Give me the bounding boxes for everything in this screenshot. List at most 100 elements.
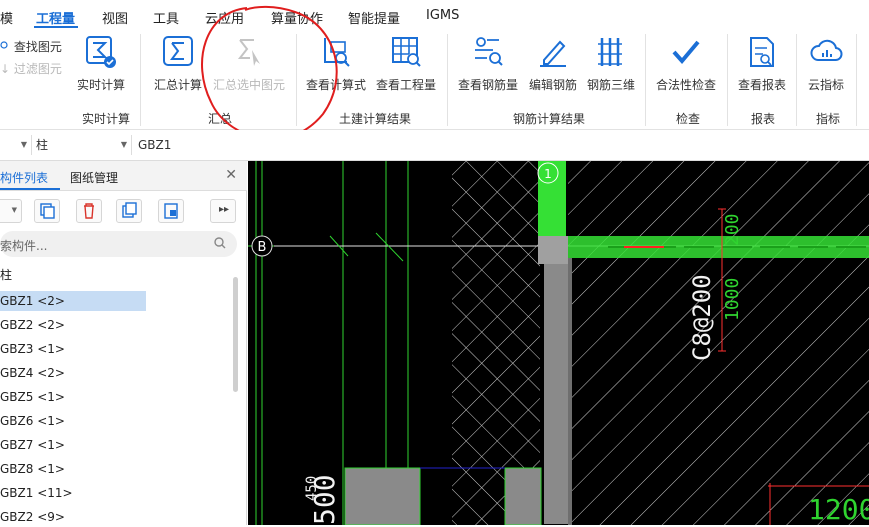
drawing-canvas[interactable]: B 1 200 1000 C8@200 500 450 1200 [248,161,869,525]
list-item[interactable]: GBZ5 <1> [0,387,146,407]
menu-igms[interactable]: IGMS [426,8,459,23]
active-menu-indicator [34,26,78,28]
double-chevron-right-icon: ▸▸ [219,204,230,215]
rebar-3d-label: 钢筋三维 [586,78,635,92]
panel-toolbar: ▼ ▸▸ [0,191,247,231]
rebar-3d-button[interactable]: 钢筋三维 [585,34,637,93]
ribbon-separator [856,34,857,126]
filter-icon: ↓ [0,62,11,76]
ribbon-separator [645,34,646,126]
chevron-down-icon: ▼ [11,206,17,214]
find-icon [0,41,8,49]
edit-rebar-label: 编辑钢筋 [528,78,577,92]
find-element-button[interactable]: 查找图元 [0,38,62,55]
list-item[interactable]: GBZ1 <2> [0,291,146,311]
view-report-label: 查看报表 [737,78,786,92]
ribbon: 查找图元 ↓ 过滤图元 实时计算 实时计算 汇总计算 汇总选中图元 汇总 查看计… [0,5,869,141]
copy-icon [40,203,55,219]
dim-text-450: 450 [304,476,320,501]
checkmark-icon [672,40,700,65]
dim-text-200: 200 [722,213,743,246]
chevron-down-icon: ▼ [20,140,27,149]
tab-drawing-management[interactable]: 图纸管理 [70,169,118,186]
cloud-icon [810,39,843,61]
copy-button[interactable] [34,199,60,223]
filter-element-button[interactable]: ↓ 过滤图元 [0,60,62,77]
duplicate-icon [122,202,137,218]
dim-text-1000: 1000 [722,278,743,321]
dim-text-1200: 1200 [808,493,869,525]
list-item[interactable]: GBZ3 <1> [0,339,146,359]
list-item[interactable]: GBZ2 <9> [0,507,146,527]
search-placeholder: 索构件... [0,239,48,253]
list-item[interactable]: GBZ8 <1> [0,459,146,479]
list-item[interactable]: GBZ2 <2> [0,315,146,335]
component-name-value: GBZ1 [138,138,172,152]
view-rebar-qty-button[interactable]: 查看钢筋量 [457,34,519,93]
duplicate-button[interactable] [116,199,142,223]
chevron-down-icon: ▼ [120,140,127,149]
group-label-index: 指标 [816,112,841,126]
component-panel: 构件列表 图纸管理 ✕ ▼ ▸▸ 索构件... 柱 GBZ1 <2> GBZ2 … [0,161,247,525]
edit-rebar-button[interactable]: 编辑钢筋 [527,34,579,93]
bottom-block[interactable] [344,467,421,525]
component-search-input[interactable]: 索构件... [0,231,237,257]
list-item[interactable]: GBZ6 <1> [0,411,146,431]
rebar-label: C8@200 [688,274,716,361]
column-core[interactable] [538,236,568,264]
report-icon [750,37,774,67]
tree-scrollbar[interactable] [233,277,238,392]
layer-select[interactable]: ▼ [0,135,32,155]
axis-label-1: 1 [544,167,552,181]
floor-copy-button[interactable] [158,199,184,223]
bottom-block[interactable] [504,467,542,525]
ribbon-separator [140,34,141,126]
cloud-index-button[interactable]: 云指标 [804,34,848,93]
ribbon-separator [727,34,728,126]
active-tab-indicator [0,188,60,190]
new-dropdown-button[interactable]: ▼ [0,199,22,223]
selector-bar: ▼ 柱 ▼ GBZ1 [0,130,869,161]
close-icon[interactable]: ✕ [225,167,237,183]
delete-button[interactable] [76,199,102,223]
legality-check-button[interactable]: 合法性检查 [654,34,718,93]
menu-bar: 模 工程量 视图 工具 云应用 算量协作 智能提量 IGMS [0,0,869,30]
filter-element-label: 过滤图元 [13,62,62,76]
view-rebar-qty-icon [475,37,503,66]
group-label-civil: 土建计算结果 [339,112,412,126]
group-label-rebar: 钢筋计算结果 [513,112,586,126]
ribbon-separator [447,34,448,126]
realtime-calc-icon [86,36,116,68]
group-label-check: 检查 [676,112,701,126]
axis-label-b: B [258,240,267,255]
panel-tabs: 构件列表 图纸管理 ✕ [0,161,247,191]
realtime-calc-label: 实时计算 [76,78,125,92]
tab-component-list[interactable]: 构件列表 [0,169,48,186]
wall-column[interactable] [544,264,570,524]
list-item[interactable]: GBZ1 <11> [0,483,146,503]
component-type-select[interactable]: 柱 ▼ [32,135,132,155]
group-label-realtime: 实时计算 [82,112,131,126]
list-item[interactable]: GBZ4 <2> [0,363,146,383]
tree-root[interactable]: 柱 [0,265,146,285]
rebar-3d-icon [598,38,622,66]
search-icon[interactable] [213,236,227,250]
view-quantity-icon [392,37,421,67]
view-quantity-button[interactable]: 查看工程量 [374,34,438,93]
menu-tools[interactable]: 工具 [153,8,179,27]
component-name-select[interactable]: GBZ1 [134,135,314,155]
view-rebar-qty-label: 查看钢筋量 [457,78,518,92]
floor-copy-icon [164,203,178,219]
menu-smart[interactable]: 智能提量 [348,8,400,27]
cad-drawing: B 1 200 1000 C8@200 500 450 1200 [248,161,869,525]
menu-model[interactable]: 模 [0,8,13,27]
menu-quantity[interactable]: 工程量 [36,8,75,27]
legality-check-label: 合法性检查 [655,78,716,92]
view-quantity-label: 查看工程量 [375,78,436,92]
view-report-button[interactable]: 查看报表 [736,34,788,93]
realtime-calc-button[interactable]: 实时计算 [76,34,126,93]
more-button[interactable]: ▸▸ [210,199,236,223]
list-item[interactable]: GBZ7 <1> [0,435,146,455]
menu-view[interactable]: 视图 [102,8,128,27]
ribbon-separator [796,34,797,126]
